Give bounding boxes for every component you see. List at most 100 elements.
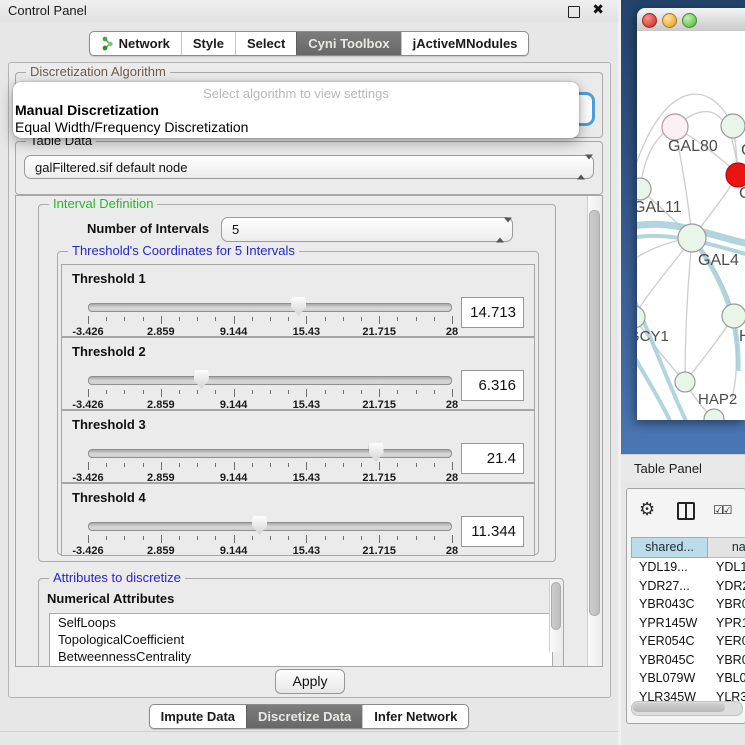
slider-track[interactable]	[88, 522, 452, 531]
table-cell-name[interactable]: YER0	[708, 632, 745, 651]
combo-spinner-icon	[496, 222, 503, 237]
table-cell-shared-name[interactable]: YDR27...	[631, 577, 708, 596]
node-bottom-partial[interactable]	[704, 409, 724, 420]
node-gal80[interactable]	[662, 114, 688, 140]
slider-ticks	[88, 389, 452, 398]
table-data-value: galFiltered.sif default node	[35, 160, 187, 175]
group-title-interval-definition: Interval Definition	[49, 197, 157, 211]
network-window-titlebar[interactable]	[637, 8, 745, 32]
table-panel-body: ⚙ ☑☑ shared... name YDL19...YDL1YDR27...…	[621, 482, 745, 745]
number-of-intervals-label: Number of Intervals	[87, 221, 209, 236]
attribute-list-scrollbar-thumb[interactable]	[551, 582, 561, 630]
threshold-slider[interactable]: -3.4262.8599.14415.4321.71528	[88, 303, 452, 335]
attribute-item[interactable]: SelfLoops	[50, 614, 552, 631]
table-row[interactable]: YPR145WYPR1	[631, 614, 745, 633]
node-top-right[interactable]	[721, 114, 745, 138]
popup-option-equal-width-frequency[interactable]: Equal Width/Frequency Discretization	[15, 119, 248, 136]
node-selected-red[interactable]	[726, 163, 745, 187]
threshold-slider[interactable]: -3.4262.8599.14415.4321.71528	[88, 449, 452, 481]
tab-discretize-data[interactable]: Discretize Data	[246, 705, 362, 728]
tab-infer-network[interactable]: Infer Network	[362, 705, 468, 728]
threshold-value[interactable]: 11.344	[461, 516, 524, 547]
table-row[interactable]: YDR27...YDR2	[631, 577, 745, 596]
tab-label: Discretize Data	[258, 709, 351, 724]
column-header-name[interactable]: name	[708, 537, 745, 558]
threshold-label: Threshold 2	[72, 344, 146, 359]
network-canvas[interactable]: GAL80 GA C GAL11 GAL4 GCY1 H HAP2	[637, 31, 745, 420]
attribute-item[interactable]: TopologicalCoefficient	[50, 631, 552, 648]
table-cell-name[interactable]: YBL0	[708, 669, 745, 688]
threshold-value[interactable]: 14.713	[461, 297, 524, 328]
node-table: shared... name	[631, 537, 745, 558]
settings-scroll-panel: Interval Definition Number of Intervals …	[15, 195, 603, 667]
gear-icon[interactable]: ⚙	[639, 499, 655, 520]
tab-impute-data[interactable]: Impute Data	[150, 705, 246, 728]
table-cell-name[interactable]: YPR1	[708, 614, 745, 633]
table-cell-name[interactable]: YBR0	[708, 595, 745, 614]
table-row[interactable]: YBR045CYBR0	[631, 651, 745, 670]
node-label-partial-ga: GA	[741, 142, 745, 159]
slider-handle[interactable]	[369, 443, 384, 462]
slider-handle[interactable]	[291, 297, 306, 316]
float-window-icon[interactable]	[568, 6, 580, 18]
slider-track[interactable]	[88, 449, 452, 458]
table-cell-shared-name[interactable]: YBL079W	[631, 669, 708, 688]
table-row[interactable]: YDL19...YDL1	[631, 558, 745, 577]
table-cell-name[interactable]: YDL1	[708, 558, 745, 577]
threshold-value[interactable]: 6.316	[461, 370, 524, 401]
tab-jactivemnodules[interactable]: jActiveMNodules	[401, 32, 529, 55]
table-data-combobox[interactable]: galFiltered.sif default node	[24, 155, 594, 179]
number-of-intervals-value: 5	[232, 222, 239, 237]
table-cell-shared-name[interactable]: YER054C	[631, 632, 708, 651]
group-title-thresholds: Threshold's Coordinates for 5 Intervals	[68, 244, 299, 258]
column-header-shared-name[interactable]: shared...	[631, 537, 708, 558]
close-traffic-light-icon[interactable]	[642, 13, 657, 28]
slider-handle[interactable]	[194, 370, 209, 389]
tab-label: Infer Network	[374, 709, 457, 724]
popup-option-manual-discretization[interactable]: Manual Discretization	[15, 102, 159, 119]
top-tab-bar: Network Style Select Cyni Toolbox jActiv…	[0, 31, 618, 56]
threshold-panel: Threshold 2 -3.4262.8599.14415.4321.7152…	[61, 337, 535, 410]
slider-track[interactable]	[88, 376, 452, 385]
table-cell-shared-name[interactable]: YBR043C	[631, 595, 708, 614]
slider-track[interactable]	[88, 303, 452, 312]
table-row[interactable]: YBR043CYBR0	[631, 595, 745, 614]
table-row[interactable]: YBL079WYBL0	[631, 669, 745, 688]
checkboxes-icon[interactable]: ☑☑	[713, 503, 731, 517]
zoom-traffic-light-icon[interactable]	[682, 13, 697, 28]
tab-style[interactable]: Style	[181, 32, 235, 55]
table-cell-name[interactable]: YDR2	[708, 577, 745, 596]
threshold-value[interactable]: 21.4	[461, 443, 524, 474]
node-h[interactable]	[722, 304, 745, 328]
number-of-intervals-combobox[interactable]: 5	[221, 217, 513, 242]
attribute-item[interactable]: BetweennessCentrality	[50, 648, 552, 665]
table-cell-shared-name[interactable]: YPR145W	[631, 614, 708, 633]
slider-ticks	[88, 316, 452, 325]
settings-scrollbar-thumb[interactable]	[589, 210, 600, 616]
threshold-slider[interactable]: -3.4262.8599.14415.4321.71528	[88, 376, 452, 408]
control-panel-window: Control Panel ✖ Network Style	[0, 0, 619, 745]
tab-label: Select	[247, 36, 285, 51]
close-icon[interactable]: ✖	[592, 2, 604, 18]
columns-icon[interactable]	[677, 502, 695, 520]
table-hscrollbar-thumb[interactable]	[633, 703, 725, 712]
tab-select[interactable]: Select	[235, 32, 296, 55]
cyni-content-panel: Discretization Algorithm Select algorith…	[8, 62, 611, 698]
apply-button[interactable]: Apply	[275, 669, 345, 694]
threshold-slider[interactable]: -3.4262.8599.14415.4321.71528	[88, 522, 452, 554]
table-hscrollbar-track[interactable]	[631, 701, 743, 716]
table-header-row: shared... name	[631, 537, 745, 558]
tab-network[interactable]: Network	[90, 32, 181, 55]
table-cell-shared-name[interactable]: YBR045C	[631, 651, 708, 670]
table-row[interactable]: YER054CYER0	[631, 632, 745, 651]
minimize-traffic-light-icon[interactable]	[662, 13, 677, 28]
tab-label: Cyni Toolbox	[308, 36, 389, 51]
node-hap2[interactable]	[675, 372, 695, 392]
table-cell-name[interactable]: YBR0	[708, 651, 745, 670]
tab-cyni-toolbox[interactable]: Cyni Toolbox	[296, 32, 400, 55]
table-cell-shared-name[interactable]: YDL19...	[631, 558, 708, 577]
table-data-group: Table Data galFiltered.sif default node	[15, 141, 603, 195]
network-view-window[interactable]: GAL80 GA C GAL11 GAL4 GCY1 H HAP2	[637, 8, 745, 420]
slider-handle[interactable]	[252, 516, 267, 535]
node-gal4[interactable]	[678, 224, 706, 252]
